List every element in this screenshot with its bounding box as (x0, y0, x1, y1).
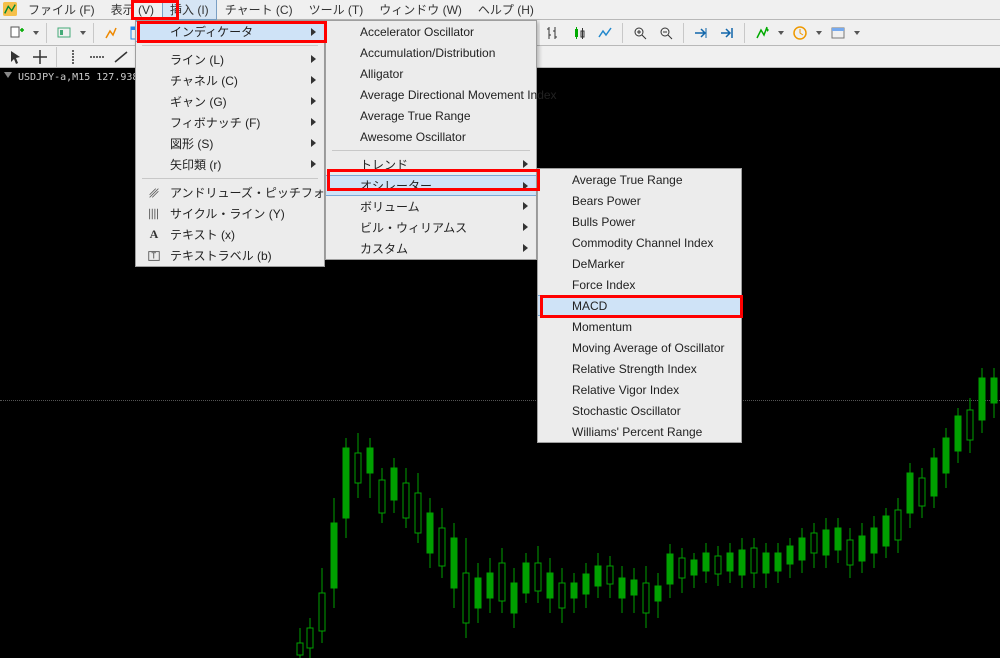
menu-textlabel[interactable]: Tテキストラベル (b) (136, 245, 324, 266)
menu-custom[interactable]: カスタム (326, 238, 536, 259)
menu-fibonacci[interactable]: フィボナッチ (F) (136, 112, 324, 133)
new-chart-dropdown[interactable] (30, 22, 42, 44)
menu-osc-atr[interactable]: Average True Range (538, 169, 741, 190)
autoscroll-button[interactable] (688, 22, 714, 44)
submenu-arrow-icon (523, 223, 528, 231)
menu-shapes[interactable]: 図形 (S) (136, 133, 324, 154)
menu-arrows[interactable]: 矢印類 (r) (136, 154, 324, 175)
menu-osc-demarker[interactable]: DeMarker (538, 253, 741, 274)
menubar: ファイル (F) 表示 (V) 挿入 (I) チャート (C) ツール (T) … (0, 0, 1000, 20)
menu-alligator[interactable]: Alligator (326, 63, 536, 84)
bar-chart-button[interactable] (540, 22, 566, 44)
menu-help[interactable]: ヘルプ (H) (470, 0, 542, 20)
profiles-dropdown[interactable] (77, 22, 89, 44)
candle-chart-button[interactable] (566, 22, 592, 44)
menu-pitchfork[interactable]: アンドリューズ・ピッチフォーク (A) (136, 182, 324, 203)
menu-atr[interactable]: Average True Range (326, 105, 536, 126)
submenu-arrow-icon (523, 202, 528, 210)
zoom-in-button[interactable] (627, 22, 653, 44)
cursor-button[interactable] (4, 47, 28, 67)
pitchfork-icon (142, 185, 166, 201)
menu-osc-cci[interactable]: Commodity Channel Index (538, 232, 741, 253)
submenu-arrow-icon (311, 160, 316, 168)
menu-volume[interactable]: ボリューム (326, 196, 536, 217)
indicators-dropdown[interactable] (775, 22, 787, 44)
submenu-arrow-icon (311, 55, 316, 63)
trendline-button[interactable] (109, 47, 133, 67)
periodicity-button[interactable] (787, 22, 813, 44)
menu-osc-bears[interactable]: Bears Power (538, 190, 741, 211)
menu-gann[interactable]: ギャン (G) (136, 91, 324, 112)
menu-bill-williams[interactable]: ビル・ウィリアムス (326, 217, 536, 238)
menu-accumulation-distribution[interactable]: Accumulation/Distribution (326, 42, 536, 63)
indicators-menu: Accelerator Oscillator Accumulation/Dist… (325, 20, 537, 260)
crosshair-button[interactable] (28, 47, 52, 67)
menu-osc-rsi[interactable]: Relative Strength Index (538, 358, 741, 379)
app-icon (3, 2, 17, 16)
text-label-icon: T (142, 248, 166, 264)
menu-line[interactable]: ライン (L) (136, 49, 324, 70)
menu-cycle[interactable]: サイクル・ライン (Y) (136, 203, 324, 224)
oscillators-menu: Average True Range Bears Power Bulls Pow… (537, 168, 742, 443)
menu-indicator[interactable]: インディケータ (136, 21, 324, 42)
submenu-arrow-icon (311, 139, 316, 147)
indicators-button[interactable] (749, 22, 775, 44)
new-chart-button[interactable] (4, 22, 30, 44)
profiles-button[interactable] (51, 22, 77, 44)
submenu-arrow-icon (311, 118, 316, 126)
menu-tools[interactable]: ツール (T) (301, 0, 372, 20)
menu-channel[interactable]: チャネル (C) (136, 70, 324, 91)
submenu-arrow-icon (311, 97, 316, 105)
line-chart-button[interactable] (592, 22, 618, 44)
market-watch-button[interactable] (98, 22, 124, 44)
menu-osc-bulls[interactable]: Bulls Power (538, 211, 741, 232)
submenu-arrow-icon (311, 28, 316, 36)
hline-button[interactable] (85, 47, 109, 67)
periodicity-dropdown[interactable] (813, 22, 825, 44)
insert-menu: インディケータ ライン (L) チャネル (C) ギャン (G) フィボナッチ … (135, 20, 325, 267)
submenu-arrow-icon (523, 182, 528, 190)
submenu-arrow-icon (523, 244, 528, 252)
menu-trend[interactable]: トレンド (326, 154, 536, 175)
menu-oscillator[interactable]: オシレーター (326, 175, 536, 196)
menu-osc-force[interactable]: Force Index (538, 274, 741, 295)
toolbar-right (540, 20, 1000, 46)
svg-text:T: T (151, 251, 156, 260)
menu-osc-momentum[interactable]: Momentum (538, 316, 741, 337)
menu-window[interactable]: ウィンドウ (W) (371, 0, 470, 20)
menu-osc-macd[interactable]: MACD (538, 295, 741, 316)
menu-osc-mao[interactable]: Moving Average of Oscillator (538, 337, 741, 358)
menu-file[interactable]: ファイル (F) (20, 0, 103, 20)
submenu-arrow-icon (311, 76, 316, 84)
text-icon: A (142, 227, 166, 243)
menu-text[interactable]: Aテキスト (x) (136, 224, 324, 245)
menu-osc-rvi[interactable]: Relative Vigor Index (538, 379, 741, 400)
zoom-out-button[interactable] (653, 22, 679, 44)
chart-shift-button[interactable] (714, 22, 740, 44)
submenu-arrow-icon (523, 160, 528, 168)
menu-chart[interactable]: チャート (C) (217, 0, 301, 20)
menu-adx[interactable]: Average Directional Movement Index (326, 84, 536, 105)
cycle-icon (142, 206, 166, 222)
vline-button[interactable] (61, 47, 85, 67)
menu-osc-stochastic[interactable]: Stochastic Oscillator (538, 400, 741, 421)
menu-insert[interactable]: 挿入 (I) (162, 0, 217, 20)
menu-view[interactable]: 表示 (V) (103, 0, 162, 20)
menu-awesome[interactable]: Awesome Oscillator (326, 126, 536, 147)
templates-button[interactable] (825, 22, 851, 44)
templates-dropdown[interactable] (851, 22, 863, 44)
menu-osc-wpr[interactable]: Williams' Percent Range (538, 421, 741, 442)
menu-accelerator-oscillator[interactable]: Accelerator Oscillator (326, 21, 536, 42)
